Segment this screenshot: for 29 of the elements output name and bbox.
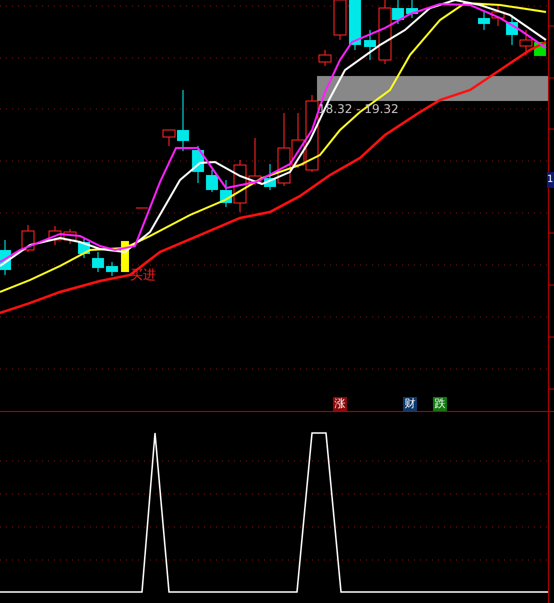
candlestick [106, 262, 118, 276]
candlestick [220, 180, 232, 208]
candlestick [248, 138, 262, 186]
candlestick [206, 170, 218, 192]
candlestick [78, 238, 90, 258]
candlestick [506, 14, 518, 46]
candlestick [492, 4, 504, 26]
candlestick [349, 0, 361, 50]
candlestick [234, 160, 246, 212]
candlestick [177, 90, 189, 152]
candlestick [520, 30, 532, 56]
event-marker: 跌 [433, 397, 447, 411]
candlestick [162, 130, 176, 146]
candlestick [364, 30, 376, 60]
candlestick [264, 164, 276, 190]
buy-signal-label: 买进 [130, 267, 156, 284]
candlestick [48, 226, 62, 246]
axis-price-tag: 1 [547, 172, 554, 188]
candlestick [406, 0, 418, 18]
candlestick [22, 224, 34, 252]
candlestick [318, 50, 332, 66]
candlestick [478, 10, 490, 30]
candlestick [92, 252, 104, 272]
event-marker: 财 [403, 397, 417, 411]
candlestick [64, 228, 76, 244]
candlestick [292, 112, 304, 168]
candlestick [0, 240, 11, 276]
event-marker: 涨 [333, 397, 347, 411]
candlestick [192, 146, 204, 184]
